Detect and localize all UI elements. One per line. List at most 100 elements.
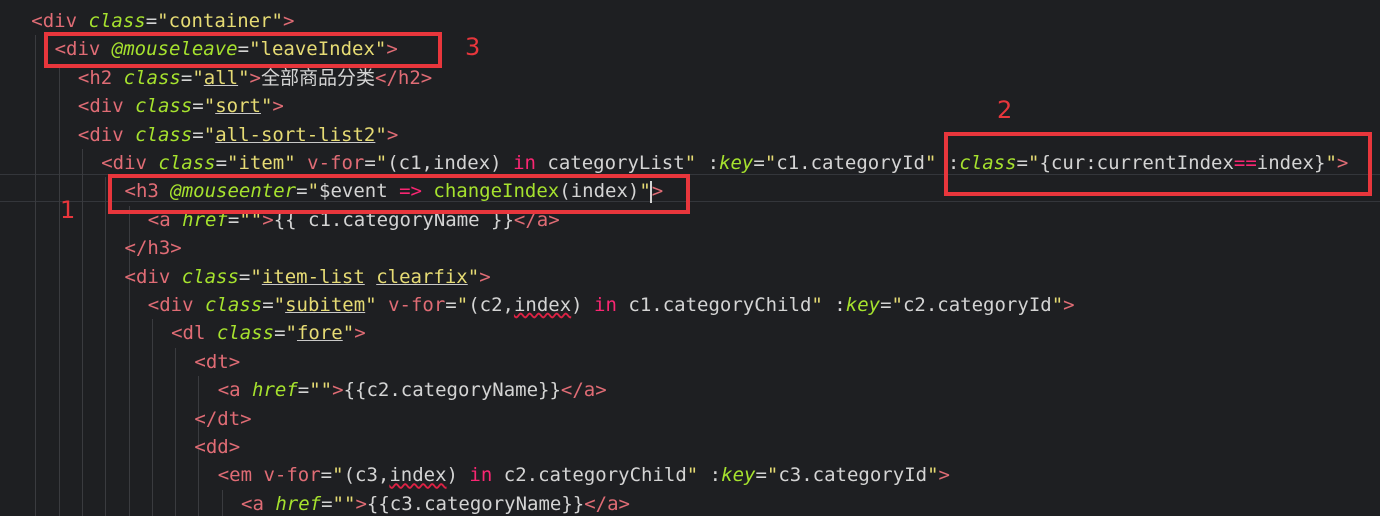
code-token: <div (77, 95, 136, 118)
indent-guide (175, 347, 177, 516)
code-token: <div (147, 294, 205, 316)
code-line[interactable]: <div class="sort"> (78, 92, 284, 120)
code-token: > (272, 95, 284, 118)
code-token: fore (296, 322, 343, 345)
code-token: "" (309, 379, 333, 402)
code-line[interactable]: <div class="container"> (31, 7, 294, 35)
code-token: <dl (171, 322, 217, 345)
code-token: " (332, 464, 344, 487)
annotation-label-3: 3 (465, 33, 481, 61)
indent-guide (81, 149, 83, 516)
code-token: > (386, 123, 399, 146)
code-line[interactable]: <dl class="fore"> (171, 319, 366, 347)
indent-guide (151, 319, 153, 516)
code-token: = (753, 152, 765, 174)
code-line[interactable]: <a href="">{{c2.categoryName}}</a> (218, 376, 607, 404)
code-token: > (1063, 294, 1075, 316)
code-token: " (766, 464, 779, 487)
code-token: class (205, 294, 263, 316)
code-line[interactable]: <a href="">{{c3.categoryName}}</a> (241, 490, 630, 516)
indent-guide (58, 63, 60, 516)
code-token: key (719, 152, 754, 174)
code-token: subitem (285, 294, 366, 316)
code-token: = (274, 322, 286, 345)
code-token: 全部商品分类 (261, 66, 376, 89)
code-token: " (375, 123, 387, 146)
code-token: = (364, 152, 376, 174)
code-token: </h2> (375, 66, 433, 89)
code-token: " (203, 95, 216, 118)
code-line[interactable]: </dt> (194, 405, 251, 433)
code-token: = (192, 95, 204, 118)
code-token: all-sort-list2 (215, 123, 376, 146)
indent-guide (35, 35, 37, 516)
code-token: v-for (295, 152, 365, 174)
code-token: " (203, 123, 216, 146)
code-line[interactable]: </h3> (125, 234, 182, 262)
code-token: = (180, 66, 193, 89)
code-line[interactable]: <dt> (194, 348, 240, 376)
code-token: <a (217, 379, 253, 402)
highlight-box-1 (108, 174, 690, 214)
code-token: class (181, 265, 239, 288)
code-token: (c2, (468, 294, 514, 316)
code-token: v-for (263, 464, 321, 487)
code-token: </a> (560, 379, 607, 402)
code-token: <dd> (194, 436, 241, 458)
code-token: " (467, 265, 480, 288)
code-token: key (845, 294, 881, 316)
code-line[interactable]: <div class="all-sort-list2"> (78, 121, 398, 149)
code-token: href (252, 379, 298, 402)
code-token: in (513, 152, 536, 174)
code-token: " (891, 294, 903, 316)
code-token: " (273, 294, 286, 316)
code-token: " (238, 66, 250, 89)
code-token: " (365, 294, 377, 316)
code-editor[interactable]: <div class="container"> <div @mouseleave=… (0, 0, 1380, 516)
code-token: "item" (227, 152, 296, 174)
code-token: > (283, 10, 295, 32)
code-token: </dt> (194, 407, 252, 430)
code-token: {{c2.categoryName}} (343, 379, 561, 402)
code-token: : (698, 464, 722, 487)
code-token: " (927, 464, 939, 487)
code-token: <a (241, 492, 276, 515)
code-token: "container" (157, 10, 283, 32)
code-token: </h3> (124, 237, 182, 260)
code-token: class (135, 95, 193, 118)
code-line[interactable]: <div class="item-list clearfix"> (125, 263, 491, 291)
code-token: (c3, (343, 464, 390, 487)
code-token: c1.categoryChild (616, 294, 812, 316)
code-token: categoryList (535, 152, 685, 174)
code-token: class (88, 10, 146, 32)
code-token: " (192, 66, 204, 89)
annotation-label-2: 2 (997, 96, 1013, 124)
code-token: <div (77, 123, 136, 146)
code-token: in (469, 464, 493, 487)
code-token: = (297, 379, 310, 402)
code-token: c1.categoryId (776, 152, 925, 174)
code-token: " (456, 294, 469, 316)
code-token: <dt> (194, 350, 241, 373)
code-token: sort (215, 95, 261, 118)
annotation-label-1: 1 (60, 196, 76, 224)
code-token: " (375, 152, 388, 174)
code-token: <div (124, 265, 182, 288)
code-token: > (354, 322, 366, 345)
code-token: all (203, 66, 239, 89)
code-line[interactable]: <em v-for="(c3,index) in c2.categoryChil… (218, 461, 950, 489)
indent-guide (221, 489, 223, 516)
code-token: = (445, 294, 457, 316)
code-token: = (238, 265, 251, 288)
code-token: c2.categoryChild (492, 464, 687, 487)
code-token: item-list (261, 265, 365, 288)
code-token: > (355, 492, 367, 515)
code-token: in (594, 294, 617, 316)
code-token: " (764, 152, 777, 174)
code-token: (c1,index) (387, 152, 514, 174)
code-line[interactable]: <div class="subitem" v-for="(c2,index) i… (148, 291, 1075, 319)
code-token: c3.categoryId (778, 464, 928, 487)
code-token: = (145, 10, 158, 32)
code-line[interactable]: <dd> (194, 433, 240, 461)
